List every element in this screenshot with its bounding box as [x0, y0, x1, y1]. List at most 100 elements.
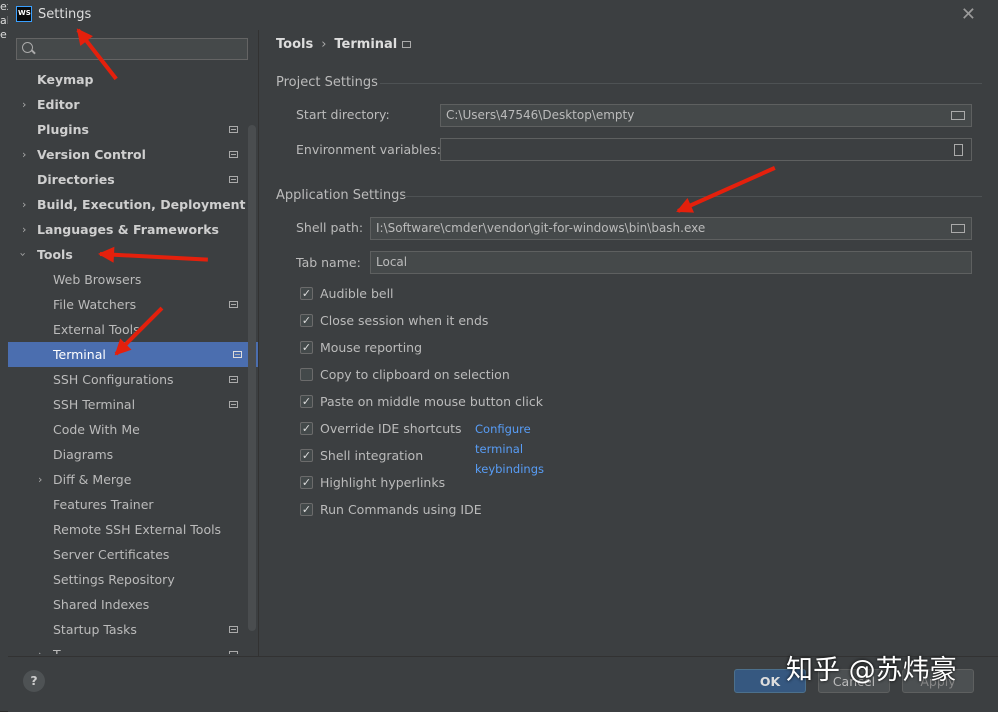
- tree-item-label: Keymap: [37, 72, 94, 87]
- chevron-right-icon: ›: [38, 642, 42, 654]
- project-scope-icon: [229, 176, 238, 183]
- tab-name-label: Tab name:: [296, 255, 361, 270]
- start-directory-field[interactable]: C:\Users\47546\Desktop\empty: [440, 104, 972, 127]
- checkbox-label: Run Commands using IDE: [320, 502, 482, 517]
- shell-path-value: I:\Software\cmder\vendor\git-for-windows…: [376, 221, 706, 235]
- checkbox-checked[interactable]: ✓: [300, 422, 313, 435]
- tree-item-label: Languages & Frameworks: [37, 222, 219, 237]
- tree-item-ssh-terminal[interactable]: SSH Terminal: [8, 392, 248, 417]
- checkbox-checked[interactable]: ✓: [300, 503, 313, 516]
- project-settings-heading: Project Settings: [276, 75, 378, 90]
- chevron-right-icon: ›: [38, 473, 43, 486]
- project-scope-icon: [229, 126, 238, 133]
- chevron-right-icon: ›: [22, 223, 27, 236]
- tree-item-label: SSH Terminal: [53, 397, 136, 412]
- dialog-title: Settings: [38, 7, 92, 22]
- tree-item-label: Editor: [37, 97, 80, 112]
- chevron-down-icon: ›: [16, 252, 30, 257]
- tree-item-label: Plugins: [37, 122, 89, 137]
- tree-item-features-trainer[interactable]: Features Trainer: [8, 492, 248, 517]
- sidebar-scrollbar[interactable]: [248, 125, 256, 631]
- environment-variables-field[interactable]: [440, 138, 972, 161]
- checkbox-checked[interactable]: ✓: [300, 395, 313, 408]
- tree-item-version-control[interactable]: › Version Control: [8, 142, 248, 167]
- tree-item-keymap[interactable]: Keymap: [8, 67, 248, 92]
- tree-item-label: Directories: [37, 172, 115, 187]
- checkbox-label: Audible bell: [320, 286, 394, 301]
- checkbox-label: Mouse reporting: [320, 340, 423, 355]
- help-button[interactable]: ?: [23, 670, 45, 692]
- project-scope-icon: [229, 651, 238, 654]
- tree-item-label: Web Browsers: [53, 272, 142, 287]
- project-scope-icon: [233, 351, 242, 358]
- section-divider: [403, 196, 982, 197]
- settings-dialog: WS Settings ✕ Keymap › Editor Plugins › Ve…: [8, 0, 998, 712]
- chevron-right-icon: ›: [22, 198, 27, 211]
- tree-item-shared-indexes[interactable]: Shared Indexes: [8, 592, 248, 617]
- tree-item-editor[interactable]: › Editor: [8, 92, 248, 117]
- tree-item-settings-repository[interactable]: Settings Repository: [8, 567, 248, 592]
- chevron-right-icon: ›: [22, 98, 27, 111]
- project-scope-icon: [229, 376, 238, 383]
- project-scope-icon: [229, 626, 238, 633]
- project-scope-icon: [402, 41, 411, 48]
- tree-item-label: SSH Configurations: [53, 372, 174, 387]
- webstorm-icon: WS: [16, 6, 32, 22]
- tab-name-field[interactable]: Local: [370, 251, 972, 274]
- application-settings-heading: Application Settings: [276, 188, 407, 203]
- project-scope-icon: [229, 151, 238, 158]
- checkbox-checked[interactable]: ✓: [300, 341, 313, 354]
- tree-item-server-certificates[interactable]: Server Certificates: [8, 542, 248, 567]
- checkbox-label: Copy to clipboard on selection: [320, 367, 510, 382]
- watermark-text: 知乎 @苏炜豪: [786, 655, 957, 686]
- settings-sidebar: Keymap › Editor Plugins › Version Control …: [8, 30, 258, 656]
- tree-item-code-with-me[interactable]: Code With Me: [8, 417, 248, 442]
- tree-item-label: Version Control: [37, 147, 146, 162]
- checkbox-label: Close session when it ends: [320, 313, 489, 328]
- background-window-edge: [0, 0, 8, 711]
- configure-keybindings-link[interactable]: Configure terminal keybindings: [475, 419, 544, 479]
- tree-item-ssh-configurations[interactable]: SSH Configurations: [8, 367, 248, 392]
- tab-name-value: Local: [376, 255, 408, 269]
- tree-item-directories[interactable]: Directories: [8, 167, 248, 192]
- checkbox-unchecked[interactable]: [300, 368, 313, 381]
- tree-item-plugins[interactable]: Plugins: [8, 117, 248, 142]
- checkbox-checked[interactable]: ✓: [300, 287, 313, 300]
- tree-item-build[interactable]: › Build, Execution, Deployment: [8, 192, 248, 217]
- chevron-right-icon: ›: [22, 148, 27, 161]
- tree-item-file-watchers[interactable]: File Watchers: [8, 292, 248, 317]
- tree-item-partial[interactable]: › T...: [8, 642, 248, 654]
- section-divider: [380, 83, 982, 84]
- terminal-settings-panel: Tools › Terminal Project Settings Start di…: [258, 30, 998, 656]
- start-directory-label: Start directory:: [296, 107, 390, 122]
- folder-icon[interactable]: [951, 111, 965, 120]
- checkbox-checked[interactable]: ✓: [300, 314, 313, 327]
- close-icon[interactable]: ✕: [961, 4, 976, 25]
- tree-item-label: File Watchers: [53, 297, 137, 312]
- tree-item-remote-ssh-tools[interactable]: Remote SSH External Tools: [8, 517, 248, 542]
- project-scope-icon: [229, 301, 238, 308]
- tree-item-web-browsers[interactable]: Web Browsers: [8, 267, 248, 292]
- tree-item-languages[interactable]: › Languages & Frameworks: [8, 217, 248, 242]
- tree-item-label: Terminal: [53, 347, 106, 362]
- project-scope-icon: [229, 401, 238, 408]
- folder-icon[interactable]: [951, 224, 965, 233]
- checkbox-label: Paste on middle mouse button click: [320, 394, 543, 409]
- checkbox-checked[interactable]: ✓: [300, 449, 313, 462]
- edit-document-icon[interactable]: [954, 144, 963, 156]
- tree-item-label: T...: [53, 642, 71, 654]
- tree-item-diagrams[interactable]: Diagrams: [8, 442, 248, 467]
- background-window-text: ex al e: [0, 0, 8, 41]
- tree-item-label: Diagrams: [53, 447, 114, 462]
- tree-item-label: Shared Indexes: [53, 597, 150, 612]
- search-input[interactable]: [16, 38, 248, 60]
- tree-item-label: Features Trainer: [53, 497, 154, 512]
- tree-item-label: Tools: [37, 247, 73, 262]
- tree-item-diff-merge[interactable]: › Diff & Merge: [8, 467, 248, 492]
- breadcrumb-parent[interactable]: Tools: [276, 37, 313, 52]
- checkbox-checked[interactable]: ✓: [300, 476, 313, 489]
- shell-path-field[interactable]: I:\Software\cmder\vendor\git-for-windows…: [370, 217, 972, 240]
- tree-item-startup-tasks[interactable]: Startup Tasks: [8, 617, 248, 642]
- tree-item-terminal[interactable]: Terminal: [8, 342, 258, 367]
- tree-item-label: Remote SSH External Tools: [53, 522, 222, 537]
